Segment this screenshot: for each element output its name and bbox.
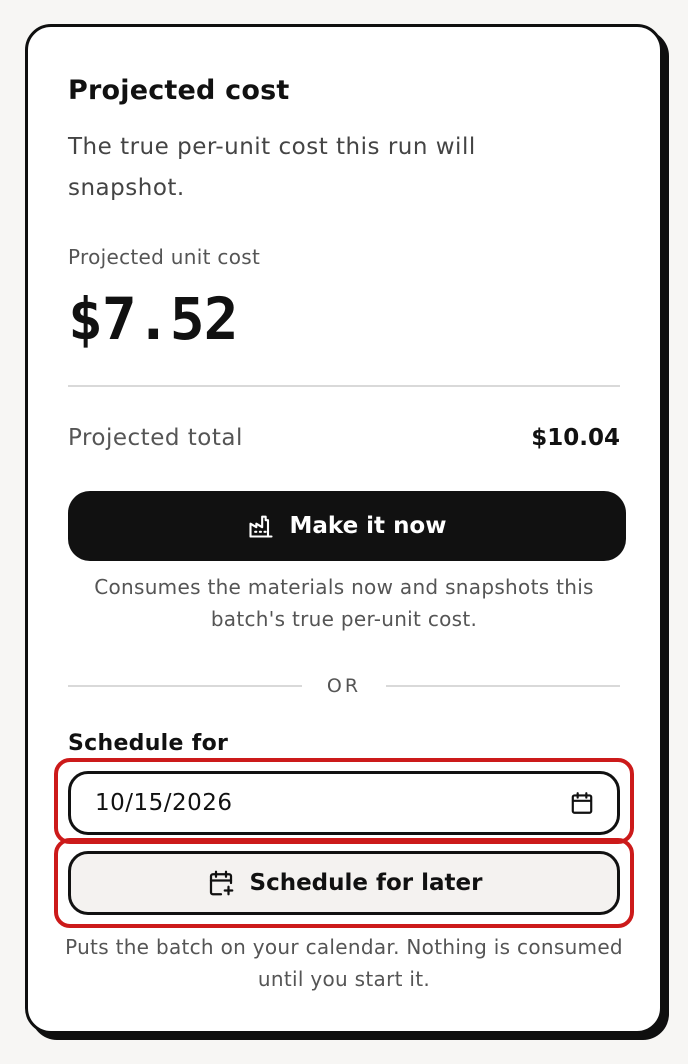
divider (68, 385, 620, 387)
or-separator: OR (68, 671, 620, 701)
card-subtitle: The true per-unit cost this run will sna… (68, 134, 476, 201)
card-title: Projected cost (68, 75, 290, 106)
make-it-now-button[interactable]: Make it now (68, 491, 626, 561)
schedule-button-highlight (54, 838, 634, 928)
date-input-highlight (54, 758, 634, 844)
or-line-right (386, 685, 620, 687)
projected-cost-card: Projected cost The true per-unit cost th… (25, 24, 663, 1034)
make-now-help-text: Consumes the materials now and snapshots… (94, 575, 594, 631)
unit-cost-label: Projected unit cost (68, 245, 261, 269)
schedule-for-label: Schedule for (68, 731, 229, 756)
schedule-help-text: Puts the batch on your calendar. Nothing… (65, 935, 623, 991)
factory-icon (247, 512, 275, 540)
unit-cost-value: $7.52 (68, 285, 239, 353)
projected-total-label: Projected total (68, 425, 243, 451)
projected-total-row: Projected total $10.04 (68, 425, 620, 451)
projected-total-value: $10.04 (531, 425, 620, 451)
make-it-now-label: Make it now (289, 513, 447, 539)
